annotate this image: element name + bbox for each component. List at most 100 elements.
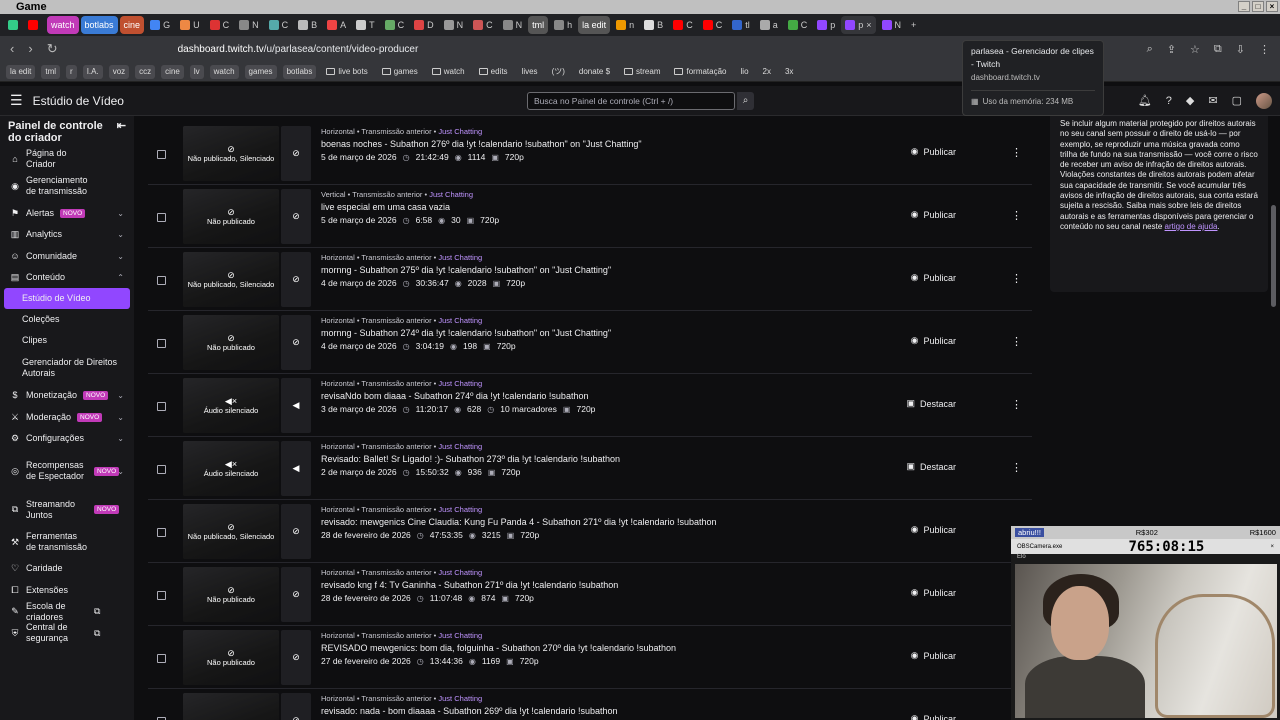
video-title[interactable]: revisado: nada - bom diaaaa - Subathon 2… (321, 704, 961, 718)
browser-tab[interactable]: n (612, 16, 638, 34)
row-checkbox[interactable] (157, 654, 166, 663)
bookmark-item[interactable]: watch (209, 64, 239, 79)
highlight-button[interactable]: ▣ Destacar (906, 398, 956, 409)
table-row[interactable]: ⊘ Não publicado ⊘ Horizontal • Transmissão … (148, 311, 1032, 374)
hamburger-menu-icon[interactable]: ☰ (10, 92, 23, 109)
bits-icon[interactable]: ◆ (1186, 94, 1194, 107)
bookmark-item[interactable]: games (244, 64, 277, 79)
sidebar-item[interactable]: ⚒ Ferramentas de transmissão (0, 526, 134, 558)
video-title[interactable]: mornng - Subathon 274º dia !yt !calendar… (321, 326, 961, 340)
mail-icon[interactable]: ✉ (1208, 94, 1217, 107)
browser-tab[interactable]: B (640, 16, 667, 34)
video-title[interactable]: mornng - Subathon 275º dia !yt !calendar… (321, 263, 961, 277)
new-tab-icon[interactable]: + (907, 16, 920, 34)
sidebar-item[interactable]: ⚙ Configurações ⌄ (0, 428, 134, 449)
highlight-button[interactable]: ▣ Destacar (906, 461, 956, 472)
category-link[interactable]: Just Chatting (438, 505, 482, 514)
video-thumbnail[interactable]: ⊘ Não publicado, Silenciado (183, 126, 279, 181)
video-thumbnail[interactable]: ◀× Áudio silenciado (183, 378, 279, 433)
sidebar-item[interactable]: ⚔ Moderação NOVO ⌄ (0, 406, 134, 428)
table-row[interactable]: ⊘ Não publicado ⊘ Vertical • Transmissão an… (148, 185, 1032, 248)
browser-tab[interactable]: N (235, 16, 263, 34)
bookmark-item[interactable]: live bots (322, 65, 371, 79)
publish-button[interactable]: ◉ Publicar (911, 524, 956, 535)
sidebar-item[interactable]: ⧠ Extensões (0, 579, 134, 601)
sidebar-item[interactable]: ▥ Analytics ⌄ (0, 224, 134, 245)
notifications-icon[interactable]: 🔔︎ (1138, 94, 1152, 107)
reload-icon[interactable]: ↻ (47, 41, 58, 57)
sidebar-item[interactable]: ⌂ Página do Criador (0, 148, 134, 170)
sidebar-item[interactable]: ☺ Comunidade ⌄ (0, 245, 134, 267)
more-options-icon[interactable]: ⋮ (1011, 209, 1022, 222)
bookmark-item[interactable]: games (378, 65, 422, 79)
collapse-sidebar-icon[interactable]: ⇤ (117, 120, 126, 144)
row-checkbox[interactable] (157, 213, 166, 222)
sidebar-item[interactable]: $ Monetização NOVO ⌄ (0, 384, 134, 406)
browser-tab[interactable] (24, 16, 45, 34)
browser-tab[interactable]: G (146, 16, 174, 34)
sidebar-subitem[interactable]: Clipes (0, 330, 130, 351)
browser-tab[interactable]: C (784, 16, 812, 34)
row-checkbox[interactable] (157, 528, 166, 537)
star-icon[interactable]: ☆ (1190, 43, 1200, 56)
browser-tab[interactable]: botlabs (80, 16, 118, 34)
browser-tab[interactable]: B (294, 16, 321, 34)
sidebar-item[interactable]: ♡ Caridade (0, 558, 134, 579)
video-thumbnail[interactable]: ⊘ Não publicado, Silenciado (183, 504, 279, 559)
table-row[interactable]: ⊘ Não publicado, Silenciado ⊘ Horizontal • … (148, 500, 1032, 563)
category-link[interactable]: Just Chatting (438, 694, 482, 703)
browser-tab[interactable]: h (550, 16, 576, 34)
menu-icon[interactable]: ⋮ (1259, 43, 1270, 56)
sidebar-item[interactable]: ⧉ Streamando Juntos NOVO (0, 493, 134, 526)
table-row[interactable]: ⊘ Não publicado, Silenciado ⊘ Horizontal • … (148, 248, 1032, 311)
bookmark-item[interactable]: stream (620, 65, 664, 79)
video-thumbnail[interactable]: ⊘ Não publicado (183, 630, 279, 685)
help-article-link[interactable]: artigo de ajuda (1165, 222, 1218, 231)
sidebar-item[interactable]: ◎ Recompensas de Espectador NOVO ⌄ (0, 449, 134, 493)
browser-tab[interactable]: D (410, 16, 438, 34)
sidebar-item[interactable]: ⛨ Central de segurança ⧉ (0, 622, 134, 644)
browser-tab[interactable]: tml (528, 16, 549, 34)
bookmark-item[interactable]: lio (737, 65, 753, 79)
sidebar-subitem[interactable]: Estúdio de Vídeo (4, 288, 130, 309)
zoom-icon[interactable]: ⌕ (1147, 43, 1153, 56)
bookmark-item[interactable]: cine (161, 64, 184, 79)
browser-tab[interactable]: T (352, 16, 379, 34)
close-button[interactable]: × (1266, 1, 1278, 12)
publish-button[interactable]: ◉ Publicar (911, 146, 956, 157)
sidebar-item[interactable]: ✎ Escola de criadores ⧉ (0, 601, 134, 622)
row-checkbox[interactable] (157, 339, 166, 348)
category-link[interactable]: Just Chatting (438, 631, 482, 640)
category-link[interactable]: Just Chatting (438, 379, 482, 388)
bookmark-item[interactable]: lv (189, 64, 204, 79)
category-link[interactable]: Just Chatting (438, 253, 482, 262)
video-thumbnail[interactable]: ⊘ Não publicado (183, 567, 279, 622)
url-field[interactable]: dashboard.twitch.tv/u/parlasea/content/v… (178, 44, 419, 55)
bookmark-item[interactable]: lives (518, 65, 542, 79)
browser-tab[interactable]: C (669, 16, 697, 34)
video-title[interactable]: live especial em uma casa vazia (321, 200, 961, 214)
video-title[interactable]: Revisado: Ballet! Sr Ligado! :)- Subatho… (321, 452, 961, 466)
browser-tab[interactable]: C (265, 16, 293, 34)
more-options-icon[interactable]: ⋮ (1011, 461, 1022, 474)
bookmark-item[interactable]: edits (475, 65, 512, 79)
browser-tab[interactable]: C (206, 16, 234, 34)
video-title[interactable]: revisado kng f 4: Tv Ganinha - Subathon … (321, 578, 961, 592)
table-row[interactable]: ◀× Áudio silenciado ◀ Horizontal • Transmis… (148, 374, 1032, 437)
browser-tab[interactable]: la edit (578, 16, 611, 34)
publish-button[interactable]: ◉ Publicar (911, 650, 956, 661)
sidebar-item[interactable]: ⚑ Alertas NOVO ⌄ (0, 202, 134, 224)
browser-tab[interactable]: N (499, 16, 527, 34)
publish-button[interactable]: ◉ Publicar (911, 335, 956, 346)
browser-tab[interactable]: watch (47, 16, 79, 34)
bookmark-item[interactable]: tml (41, 64, 61, 79)
video-thumbnail[interactable]: ◀× Áudio silenciado (183, 441, 279, 496)
bookmark-item[interactable]: voz (108, 64, 130, 79)
publish-button[interactable]: ◉ Publicar (911, 209, 956, 220)
bookmark-item[interactable]: formatação (670, 65, 730, 79)
browser-tab[interactable]: tl (728, 16, 754, 34)
extensions-icon[interactable]: ⧉ (1214, 43, 1222, 56)
browser-tab[interactable]: C (381, 16, 409, 34)
more-options-icon[interactable]: ⋮ (1011, 272, 1022, 285)
back-icon[interactable]: ‹ (10, 41, 14, 57)
